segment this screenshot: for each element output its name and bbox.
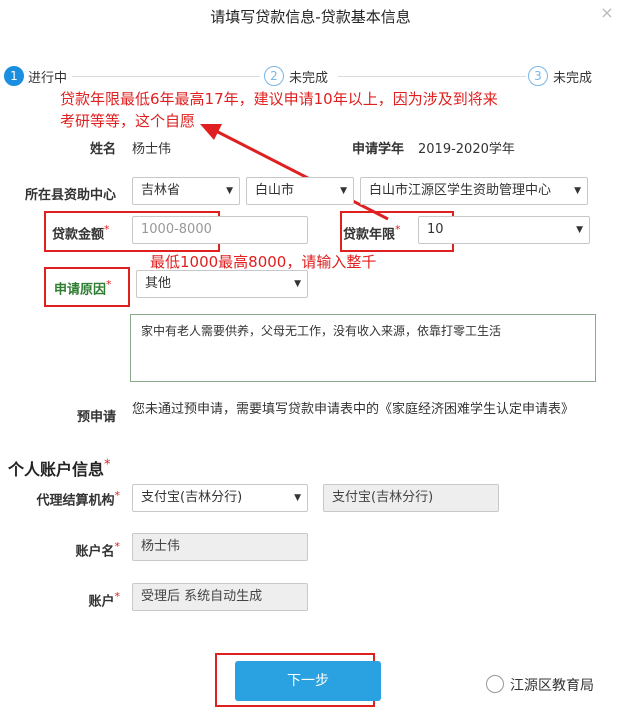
pre-application-text: 您未通过预申请，需要填写贷款申请表中的《家庭经济困难学生认定申请表》 xyxy=(132,402,575,417)
province-value: 吉林省 xyxy=(141,183,181,198)
next-button[interactable]: 下一步 xyxy=(235,661,381,701)
account-section-title-text: 个人账户信息 xyxy=(8,460,105,479)
chevron-down-icon: ▼ xyxy=(294,493,301,503)
city-value: 白山市 xyxy=(255,183,295,198)
agent-label-text: 代理结算机构 xyxy=(36,493,115,509)
center-label: 所在县资助中心 xyxy=(24,188,116,203)
agent-select[interactable]: 支付宝(吉林分行) ▼ xyxy=(132,484,308,512)
required-mark: * xyxy=(395,223,401,236)
chevron-down-icon: ▼ xyxy=(574,186,581,196)
term-value: 10 xyxy=(427,222,444,237)
amount-label: 贷款金额* xyxy=(52,223,114,242)
agent-label: 代理结算机构* xyxy=(10,489,120,508)
agent-value: 支付宝(吉林分行) xyxy=(141,490,243,505)
required-mark: * xyxy=(114,590,121,603)
holder-label: 账户名* xyxy=(40,540,120,559)
name-label: 姓名 xyxy=(89,142,116,157)
chevron-down-icon: ▼ xyxy=(226,186,233,196)
reason-select[interactable]: 其他 ▼ xyxy=(136,270,308,298)
reason-textarea[interactable]: 家中有老人需要供养，父母无工作，没有收入来源，依靠打零工生活 xyxy=(130,314,596,382)
required-mark: * xyxy=(106,278,112,291)
pre-application-label: 预申请 xyxy=(76,410,116,425)
city-select[interactable]: 白山市 ▼ xyxy=(246,177,354,205)
watermark-text: 江源区教育局 xyxy=(510,678,594,694)
account-number-label-text: 账户 xyxy=(88,594,115,610)
reason-label-text: 申请原因 xyxy=(54,282,107,298)
reason-label: 申请原因* xyxy=(54,278,126,297)
term-label-text: 贷款年限 xyxy=(343,227,396,243)
chevron-down-icon: ▼ xyxy=(340,186,347,196)
agent-readonly-field: 支付宝(吉林分行) xyxy=(323,484,499,512)
account-section-title: 个人账户信息* xyxy=(8,456,111,480)
term-label: 贷款年限* xyxy=(343,223,409,242)
chevron-down-icon: ▼ xyxy=(576,225,583,235)
holder-label-text: 账户名 xyxy=(75,544,115,560)
province-select[interactable]: 吉林省 ▼ xyxy=(132,177,240,205)
required-mark: * xyxy=(114,489,121,502)
wechat-icon xyxy=(486,675,504,693)
center-select[interactable]: 白山市江源区学生资助管理中心 ▼ xyxy=(360,177,588,205)
required-mark: * xyxy=(104,457,111,473)
year-value: 2019-2020学年 xyxy=(418,142,515,157)
chevron-down-icon: ▼ xyxy=(294,279,301,289)
year-label: 申请学年 xyxy=(351,142,404,157)
center-value: 白山市江源区学生资助管理中心 xyxy=(369,183,552,198)
account-number-field: 受理后 系统自动生成 xyxy=(132,583,308,611)
reason-value: 其他 xyxy=(145,276,172,291)
term-select[interactable]: 10 ▼ xyxy=(418,216,590,244)
required-mark: * xyxy=(114,540,121,553)
account-number-label: 账户* xyxy=(40,590,120,609)
name-value: 杨士伟 xyxy=(132,142,172,157)
holder-field: 杨士伟 xyxy=(132,533,308,561)
amount-label-text: 贷款金额 xyxy=(52,227,105,243)
required-mark: * xyxy=(104,223,110,236)
amount-input[interactable]: 1000-8000 xyxy=(132,216,308,244)
